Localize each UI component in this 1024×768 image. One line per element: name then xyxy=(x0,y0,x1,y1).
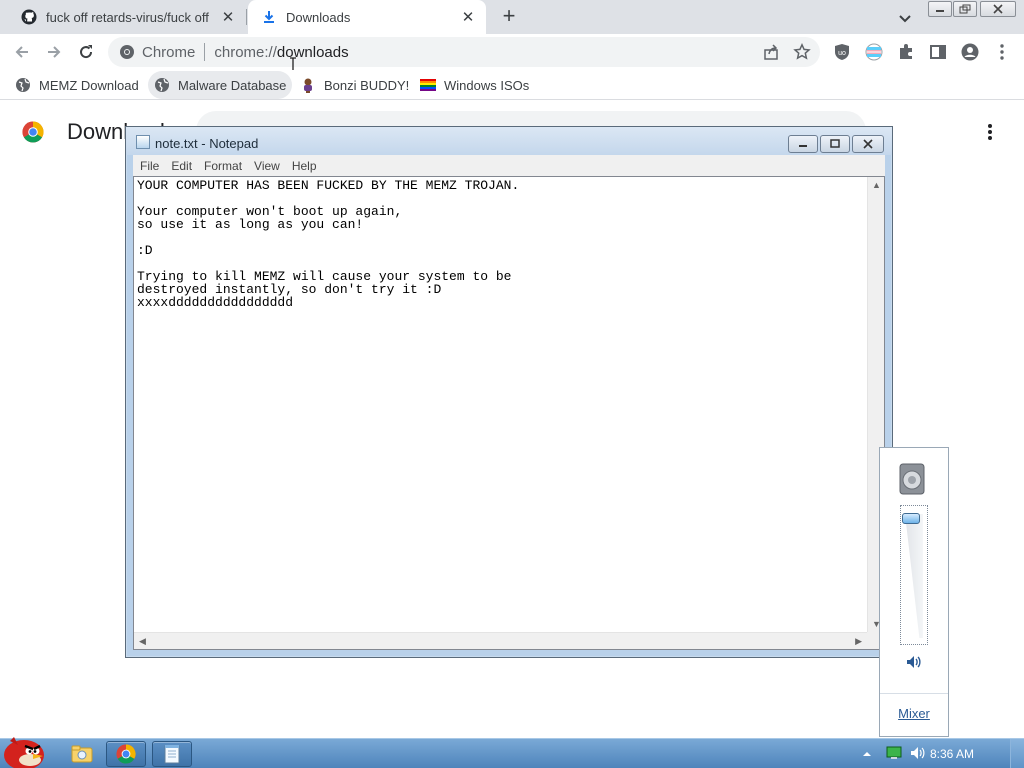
bookmarks-bar: MEMZ Download Malware Database Bonzi BUD… xyxy=(0,70,1024,100)
taskbar-notepad-button[interactable] xyxy=(152,741,192,767)
volume-slider[interactable] xyxy=(900,505,928,645)
bookmark-malware-database[interactable]: Malware Database xyxy=(148,71,293,99)
menu-view[interactable]: View xyxy=(254,159,280,173)
new-tab-button[interactable]: + xyxy=(498,5,520,28)
menu-format[interactable]: Format xyxy=(204,159,242,173)
reload-button[interactable] xyxy=(75,41,97,63)
menu-file[interactable]: File xyxy=(140,159,159,173)
globe-icon xyxy=(16,78,30,92)
notepad-app-icon xyxy=(164,745,180,764)
close-icon[interactable]: ✕ xyxy=(458,7,478,27)
volume-slider-groove xyxy=(905,514,923,638)
forward-button[interactable] xyxy=(43,41,65,63)
url-scheme: chrome:// xyxy=(214,43,277,61)
restore-button[interactable] xyxy=(953,1,977,17)
url-path: downloads xyxy=(276,43,349,61)
volume-tray-icon[interactable] xyxy=(910,746,926,763)
close-window-button[interactable] xyxy=(980,1,1016,17)
mixer-link[interactable]: Mixer xyxy=(880,706,948,721)
bookmark-memz-download[interactable]: MEMZ Download xyxy=(9,71,145,99)
profile-avatar-icon[interactable] xyxy=(961,43,979,61)
share-icon[interactable] xyxy=(762,43,780,64)
speaker-device-icon xyxy=(899,463,925,495)
tab-title: Downloads xyxy=(286,9,351,25)
notepad-titlebar[interactable]: note.txt - Notepad xyxy=(126,127,892,155)
globe-icon xyxy=(155,78,169,92)
svg-text:uo: uo xyxy=(838,50,846,57)
angry-bird-start-icon[interactable] xyxy=(0,731,48,768)
bookmark-label: Malware Database xyxy=(178,77,287,93)
omnibox-divider xyxy=(204,43,206,61)
folder-icon xyxy=(71,745,93,763)
tab-strip: fuck off retards-virus/fuck off ✕ Downlo… xyxy=(0,0,1024,34)
site-chip: Chrome xyxy=(142,43,196,61)
scroll-up-icon[interactable]: ▲ xyxy=(872,180,881,190)
notepad-window[interactable]: note.txt - Notepad File Edit Format View… xyxy=(125,126,893,658)
taskbar: 8:36 AM xyxy=(0,737,1024,768)
tab-downloads[interactable]: Downloads ✕ xyxy=(248,0,486,34)
menu-edit[interactable]: Edit xyxy=(171,159,192,173)
notepad-close-button[interactable] xyxy=(852,135,884,153)
volume-slider-thumb[interactable] xyxy=(902,513,920,524)
menu-help[interactable]: Help xyxy=(292,159,317,173)
notepad-icon xyxy=(136,135,150,149)
scroll-left-icon[interactable]: ◀ xyxy=(139,636,146,647)
address-bar[interactable]: Chrome chrome://downloads xyxy=(108,37,820,73)
minimize-button[interactable] xyxy=(928,1,952,17)
close-icon[interactable]: ✕ xyxy=(218,7,238,27)
bookmark-star-icon[interactable] xyxy=(793,42,811,64)
bookmark-label: Bonzi BUDDY! xyxy=(324,77,410,93)
bonzi-icon xyxy=(304,78,312,93)
side-panel-icon[interactable] xyxy=(929,43,947,61)
tab-github[interactable]: fuck off retards-virus/fuck off ✕ xyxy=(8,0,246,34)
kebab-menu-icon[interactable] xyxy=(993,43,1011,61)
bookmark-bonzi-buddy[interactable]: Bonzi BUDDY! xyxy=(294,71,415,99)
taskbar-explorer-button[interactable] xyxy=(62,741,102,767)
scroll-right-icon[interactable]: ▶ xyxy=(855,636,862,647)
notepad-text-area[interactable]: YOUR COMPUTER HAS BEEN FUCKED BY THE MEM… xyxy=(133,176,885,650)
chrome-icon xyxy=(116,744,136,764)
horizontal-scrollbar[interactable]: ◀ ▶ xyxy=(134,632,867,649)
extensions-puzzle-icon[interactable] xyxy=(897,43,915,61)
notepad-menubar: File Edit Format View Help xyxy=(133,155,885,176)
note-content[interactable]: YOUR COMPUTER HAS BEEN FUCKED BY THE MEM… xyxy=(137,179,862,629)
chrome-logo-icon xyxy=(22,121,44,143)
chrome-icon xyxy=(120,45,134,59)
system-tray xyxy=(858,739,926,768)
page-menu-icon[interactable] xyxy=(982,122,998,142)
network-icon[interactable] xyxy=(886,746,902,763)
show-desktop-button[interactable] xyxy=(1010,739,1024,768)
taskbar-chrome-button[interactable] xyxy=(106,741,146,767)
notepad-minimize-button[interactable] xyxy=(788,135,818,153)
chevron-down-icon[interactable] xyxy=(896,9,914,27)
bookmark-label: Windows ISOs xyxy=(444,77,530,93)
back-button[interactable] xyxy=(11,41,33,63)
tab-divider xyxy=(246,9,247,25)
taskbar-clock[interactable]: 8:36 AM xyxy=(930,747,974,761)
bookmark-label: MEMZ Download xyxy=(39,77,139,93)
notepad-maximize-button[interactable] xyxy=(820,135,850,153)
back-arrow-icon xyxy=(15,46,28,58)
ublock-icon[interactable]: uo xyxy=(833,43,851,61)
windows-flag-icon xyxy=(420,79,436,91)
show-hidden-icons-icon[interactable] xyxy=(862,747,872,762)
browser-toolbar: Chrome chrome://downloads uo xyxy=(0,34,1024,73)
notepad-title: note.txt - Notepad xyxy=(155,136,259,151)
extension-flag-icon[interactable] xyxy=(865,43,883,61)
flyout-divider xyxy=(880,693,948,694)
volume-flyout: Mixer xyxy=(879,447,949,737)
bookmark-windows-isos[interactable]: Windows ISOs xyxy=(414,71,535,99)
download-icon xyxy=(260,8,278,26)
github-icon xyxy=(20,8,38,26)
forward-arrow-icon xyxy=(48,46,61,58)
tab-title: fuck off retards-virus/fuck off xyxy=(46,9,209,25)
reload-icon xyxy=(80,45,93,59)
speaker-mute-toggle-icon[interactable] xyxy=(905,653,923,671)
